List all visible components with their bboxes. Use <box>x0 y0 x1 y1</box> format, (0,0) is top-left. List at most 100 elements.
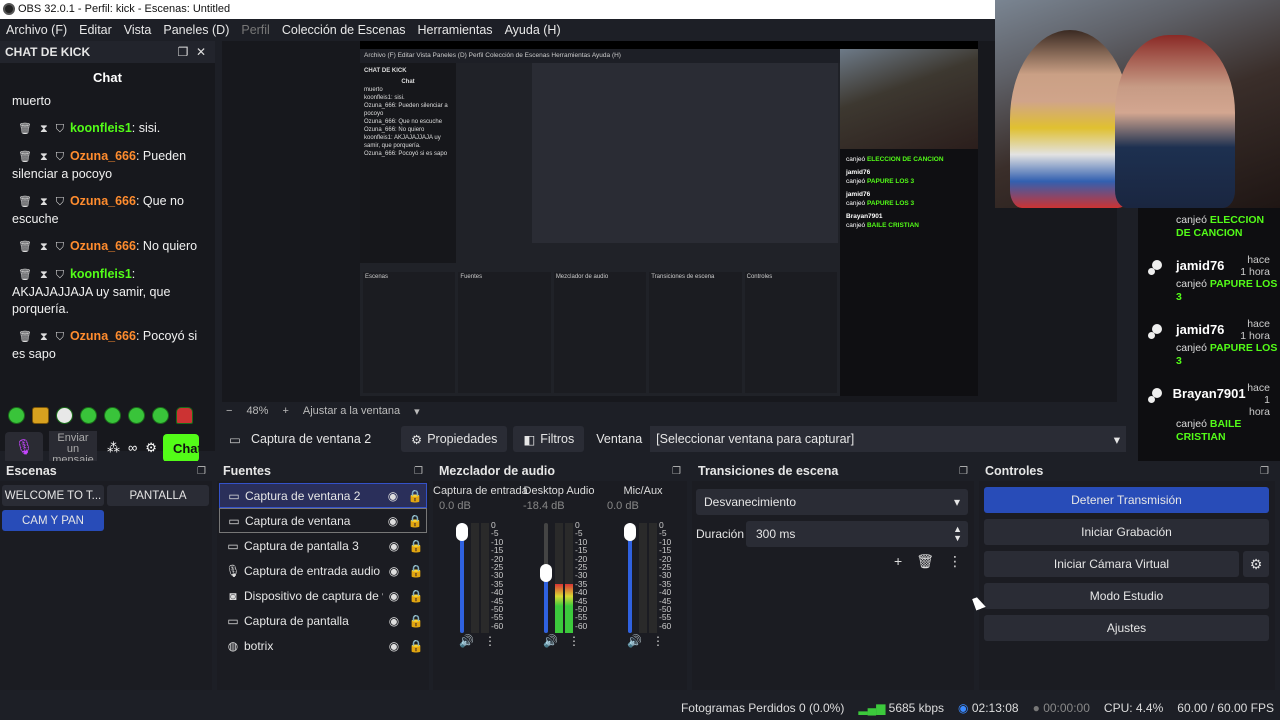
lock-icon[interactable]: 🔒 <box>405 539 427 553</box>
menu-herramientas[interactable]: Herramientas <box>412 23 499 37</box>
emote-icon[interactable] <box>8 407 25 424</box>
source-item[interactable]: ◙Dispositivo de captura de vídeo◉🔒 <box>219 583 427 608</box>
fader-handle[interactable] <box>540 564 552 583</box>
eye-icon[interactable]: ◉ <box>382 514 404 528</box>
speaker-icon[interactable]: 🔊 <box>627 634 642 648</box>
source-item[interactable]: ▭ Captura de ventana 2 ◉ 🔒 <box>219 483 427 508</box>
lock-icon[interactable]: 🔒 <box>404 489 426 503</box>
users-icon[interactable]: ⁂ <box>107 440 120 456</box>
zoom-out-button[interactable]: − <box>226 405 232 417</box>
mod-icons[interactable]: 🗑 ⧗ ⛉ <box>18 149 64 166</box>
mod-icons[interactable]: 🗑 ⧗ ⛉ <box>18 329 64 346</box>
start-recording-button[interactable]: Iniciar Grabación <box>984 519 1269 545</box>
speaker-icon[interactable]: 🔊 <box>543 634 558 648</box>
chat-username[interactable]: Ozuna_666 <box>70 239 136 253</box>
emote-icon[interactable] <box>128 407 145 424</box>
chevron-down-icon[interactable]: ▾ <box>414 405 420 418</box>
chat-username[interactable]: Ozuna_666 <box>70 194 136 208</box>
start-virtual-camera-button[interactable]: Iniciar Cámara Virtual <box>984 551 1239 577</box>
source-item[interactable]: ▭ Captura de pantalla 3 ◉ 🔒 <box>219 533 427 558</box>
emote-icon[interactable] <box>152 407 169 424</box>
menu-editar[interactable]: Editar <box>73 23 118 37</box>
volume-fader[interactable] <box>624 523 636 633</box>
speaker-icon[interactable]: 🔊 <box>459 634 474 648</box>
eye-icon[interactable]: ◉ <box>383 539 405 553</box>
source-item[interactable]: 🎙 Captura de entrada audio ◉ 🔒 <box>219 558 427 583</box>
emote-icon[interactable] <box>176 407 193 424</box>
scene-welcome[interactable]: WELCOME TO T... <box>2 485 104 506</box>
eye-icon[interactable]: ◉ <box>383 639 405 653</box>
chat-dock-title: CHAT DE KICK <box>5 45 91 59</box>
emote-icon[interactable] <box>104 407 121 424</box>
more-icon[interactable]: ⋮ <box>652 634 664 648</box>
chat-username[interactable]: Ozuna_666 <box>70 149 136 163</box>
filters-button[interactable]: ◧ Filtros <box>513 426 585 452</box>
menu-perfil[interactable]: Perfil <box>235 23 275 37</box>
add-icon[interactable]: + <box>894 553 902 570</box>
menu-coleccion-escenas[interactable]: Colección de Escenas <box>276 23 412 37</box>
microphone-icon[interactable]: 🎙 <box>5 432 43 464</box>
properties-button[interactable]: ⚙ Propiedades <box>401 426 508 452</box>
eye-icon[interactable]: ◉ <box>383 589 405 603</box>
undock-icon[interactable]: ❐ <box>672 466 681 477</box>
gear-icon[interactable]: ⚙ <box>145 440 157 456</box>
undock-icon[interactable]: ❐ <box>197 466 206 477</box>
eye-icon[interactable]: ◉ <box>382 489 404 503</box>
source-item[interactable]: ◍ botrix ◉ 🔒 <box>219 633 427 658</box>
source-item[interactable]: ▭ Captura de pantalla ◉ 🔒 <box>219 608 427 633</box>
mod-icons[interactable]: 🗑 ⧗ ⛉ <box>18 121 64 138</box>
chat-send-button[interactable]: Chat <box>162 434 199 462</box>
mod-icons[interactable]: 🗑 ⧗ ⛉ <box>18 267 64 284</box>
chat-tab[interactable]: Chat <box>0 63 215 93</box>
lock-icon[interactable]: 🔒 <box>404 514 426 528</box>
lock-icon[interactable]: 🔒 <box>405 564 427 578</box>
undock-icon[interactable]: ❐ <box>959 466 968 477</box>
lock-icon[interactable]: 🔒 <box>405 639 427 653</box>
infinity-icon[interactable]: ∞ <box>128 440 137 456</box>
undock-icon[interactable]: ❐ <box>414 466 423 477</box>
chat-message-list[interactable]: muerto 🗑 ⧗ ⛉ koonfleis1: sisi. 🗑 ⧗ ⛉ Ozuna_666… <box>0 93 215 363</box>
source-item[interactable]: ▭ Captura de ventana ◉ 🔒 <box>219 508 427 533</box>
duration-spinbox[interactable]: 300 ms ▲ ▼ <box>746 521 968 547</box>
chat-username[interactable]: koonfleis1 <box>70 121 132 135</box>
zoom-in-button[interactable]: + <box>282 405 288 417</box>
trash-icon[interactable]: 🗑 <box>916 553 934 570</box>
emote-icon[interactable] <box>56 407 73 424</box>
stop-streaming-button[interactable]: Detener Transmisión <box>984 487 1269 513</box>
lock-icon[interactable]: 🔒 <box>405 589 427 603</box>
menu-archivo[interactable]: Archivo (F) <box>0 23 73 37</box>
menu-ayuda[interactable]: Ayuda (H) <box>499 23 567 37</box>
more-icon[interactable]: ⋮ <box>484 634 496 648</box>
fader-handle[interactable] <box>456 523 468 541</box>
eye-icon[interactable]: ◉ <box>383 614 405 628</box>
undock-icon[interactable]: ❐ <box>174 45 192 59</box>
preview-area[interactable]: Archivo (F) Editar Vista Paneles (D) Per… <box>222 41 1117 420</box>
chat-username[interactable]: Ozuna_666 <box>70 329 136 343</box>
lock-icon[interactable]: 🔒 <box>405 614 427 628</box>
volume-fader[interactable] <box>456 523 468 633</box>
mod-icons[interactable]: 🗑 ⧗ ⛉ <box>18 194 64 211</box>
transition-select[interactable]: Desvanecimiento ▾ <box>696 489 968 515</box>
menu-paneles[interactable]: Paneles (D) <box>157 23 235 37</box>
menu-vista[interactable]: Vista <box>118 23 158 37</box>
settings-button[interactable]: Ajustes <box>984 615 1269 641</box>
chat-username[interactable]: koonfleis1 <box>70 267 132 281</box>
fit-to-window-select[interactable]: Ajustar a la ventana <box>303 405 400 417</box>
mod-icons[interactable]: 🗑 ⧗ ⛉ <box>18 239 64 256</box>
emote-icon[interactable] <box>32 407 49 424</box>
close-icon[interactable]: ✕ <box>192 45 210 59</box>
undock-icon[interactable]: ❐ <box>1260 466 1269 477</box>
gear-icon[interactable]: ⚙ <box>1243 551 1269 577</box>
emote-icon[interactable] <box>80 407 97 424</box>
more-icon[interactable]: ⋮ <box>568 634 580 648</box>
volume-fader[interactable] <box>540 523 552 633</box>
chat-message-input[interactable]: Enviar un mensaje <box>49 431 97 465</box>
preview-canvas[interactable]: Archivo (F) Editar Vista Paneles (D) Per… <box>360 41 978 396</box>
studio-mode-button[interactable]: Modo Estudio <box>984 583 1269 609</box>
eye-icon[interactable]: ◉ <box>383 564 405 578</box>
fader-handle[interactable] <box>624 523 636 541</box>
scene-pantalla[interactable]: PANTALLA <box>107 485 209 506</box>
scene-cam-y-pan[interactable]: CAM Y PAN <box>2 510 104 531</box>
window-select[interactable]: [Seleccionar ventana para capturar] ▾ <box>650 426 1126 452</box>
more-icon[interactable]: ⋮ <box>948 553 962 570</box>
